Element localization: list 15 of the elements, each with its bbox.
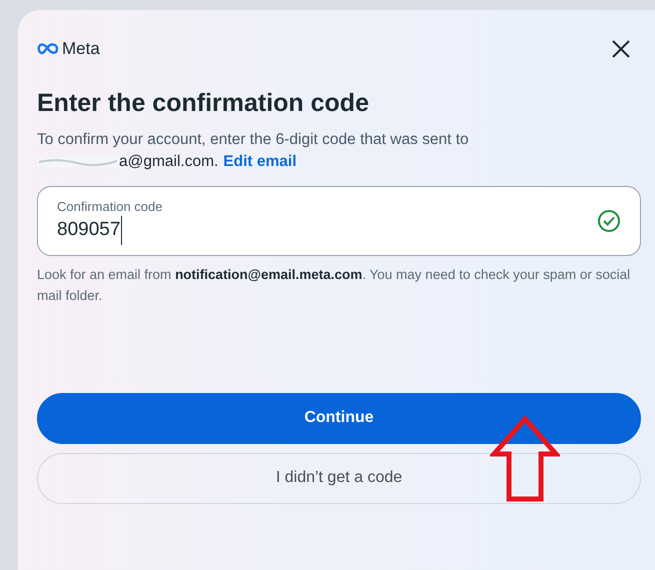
brand-name: Meta [62, 38, 100, 60]
secondary-button[interactable]: I didn’t get a code [37, 452, 641, 504]
close-icon [611, 38, 631, 59]
description-text: To confirm your account, enter the 6-digit code that was sent to [37, 130, 469, 148]
email-address: a@gmail.com. [119, 152, 218, 172]
redaction-scribble-icon [37, 156, 119, 168]
field-label: Confirmation code [57, 198, 162, 216]
hint-text: Look for an email from notification@email.meta.com. You may need to check your spam or social mail folder. [37, 266, 632, 305]
up-arrow-icon [490, 416, 560, 502]
code-input-field[interactable]: Confirmation code 809057 [37, 186, 641, 256]
field-value: 809057 [57, 216, 122, 245]
dialog-title: Enter the confirmation code [37, 88, 370, 118]
edit-email-link[interactable]: Edit email [223, 150, 297, 173]
continue-button[interactable]: Continue [37, 392, 641, 444]
infinity-logo-icon [37, 42, 59, 55]
